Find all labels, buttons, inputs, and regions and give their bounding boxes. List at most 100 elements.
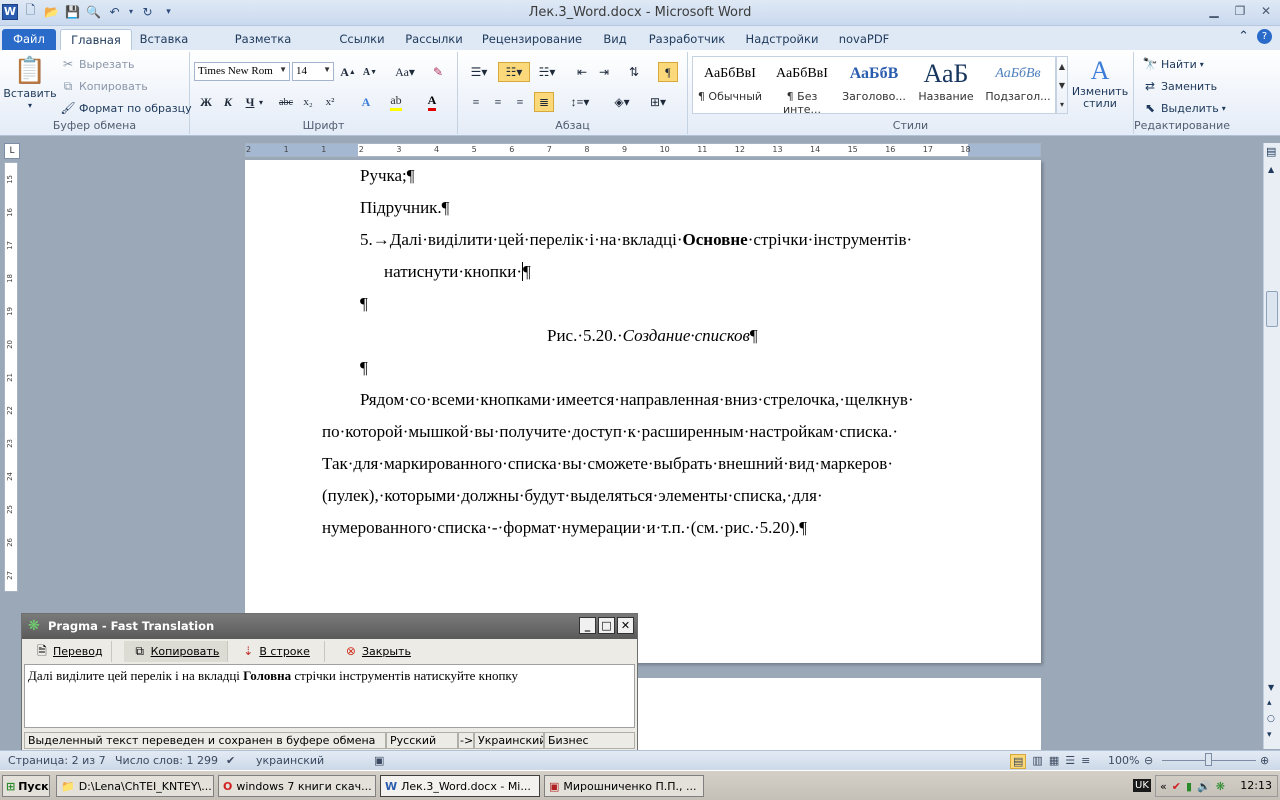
underline-dropdown-icon[interactable]: ▾ <box>256 92 266 112</box>
increase-indent-icon[interactable]: ⇥ <box>594 62 614 82</box>
pragma-translation-output[interactable]: Далі виділите цей перелік і на вкладці Г… <box>24 664 635 728</box>
help-icon[interactable]: ? <box>1257 29 1272 44</box>
close-icon[interactable]: ✕ <box>1258 3 1274 19</box>
show-formatting-icon[interactable]: ¶ <box>658 62 678 82</box>
italic-button[interactable]: К <box>218 92 238 112</box>
line-spacing-icon[interactable]: ↕≡▾ <box>566 92 594 112</box>
tab-references[interactable]: Ссылки <box>336 29 388 50</box>
macro-record-icon[interactable]: ▣ <box>374 754 384 767</box>
taskbar-item-explorer[interactable]: 📁 D:\Lena\ChTEI_KNTEY\... <box>56 775 214 797</box>
pragma-close-button[interactable]: ⊗ Закрыть <box>335 641 419 662</box>
pragma-subject-domain[interactable]: Бизнес <box>544 732 635 749</box>
tab-file[interactable]: Файл <box>2 29 56 50</box>
ruler-toggle-icon[interactable]: ▤ <box>1266 145 1276 158</box>
volume-icon[interactable]: 🔊 <box>1197 780 1211 793</box>
shading-icon[interactable]: ◈▾ <box>608 92 636 112</box>
tab-mailings[interactable]: Рассылки <box>402 29 466 50</box>
clear-formatting-icon[interactable]: ✎ <box>428 62 448 82</box>
previous-page-icon[interactable]: ▴ <box>1267 698 1272 708</box>
text-effects-icon[interactable]: A <box>356 92 376 112</box>
highlight-icon[interactable]: ab <box>386 92 406 112</box>
style-no-spacing[interactable]: АаБбВвІ ¶ Без инте... <box>766 58 838 116</box>
cut-button[interactable]: ✂ Вырезать <box>60 56 135 72</box>
font-name-combo[interactable]: Times New Rom ▼ <box>194 62 290 81</box>
ribbon-minimize-icon[interactable]: ⌃ <box>1238 29 1249 44</box>
browse-object-icon[interactable]: ○ <box>1267 714 1275 724</box>
tab-addins[interactable]: Надстройки <box>742 29 822 50</box>
restore-icon[interactable]: ❐ <box>1232 3 1248 19</box>
pragma-title-bar[interactable]: ❋ Pragma - Fast Translation _ □ ✕ <box>22 614 637 639</box>
grow-font-icon[interactable]: A ▲ <box>338 62 358 82</box>
web-layout-view-icon[interactable]: ▦ <box>1049 754 1059 769</box>
align-center-icon[interactable]: ≡ <box>488 92 508 112</box>
change-styles-button[interactable]: A Изменить стили <box>1072 56 1128 110</box>
change-case-icon[interactable]: Аа▾ <box>392 62 418 82</box>
tab-view[interactable]: Вид <box>598 29 632 50</box>
zoom-slider-thumb[interactable] <box>1205 753 1212 766</box>
style-heading[interactable]: АаБбВ Заголово... <box>838 58 910 112</box>
style-subtitle[interactable]: АаБбВв Подзагол... <box>982 58 1054 112</box>
pragma-copy-button[interactable]: ⧉ Копировать <box>123 640 229 662</box>
shrink-font-icon[interactable]: A ▼ <box>360 62 380 82</box>
language-indicator[interactable]: украинский <box>256 754 324 767</box>
tab-developer[interactable]: Разработчик <box>646 29 728 50</box>
align-left-icon[interactable]: ≡ <box>466 92 486 112</box>
taskbar-item-opera[interactable]: Owindows 7 книги скач... <box>218 775 376 797</box>
tray-expand-icon[interactable]: « <box>1160 780 1167 793</box>
select-button[interactable]: ⬉ Выделить ▾ <box>1142 100 1226 116</box>
pragma-minimize-icon[interactable]: _ <box>579 617 596 634</box>
multilevel-list-icon[interactable]: ☵▾ <box>534 62 560 82</box>
network-icon[interactable]: ▮ <box>1186 780 1192 793</box>
find-button[interactable]: 🔭 Найти ▾ <box>1142 56 1204 72</box>
taskbar-item-word[interactable]: W Лек.3_Word.docx - Mi... <box>380 775 540 797</box>
zoom-level[interactable]: 100% <box>1108 754 1139 767</box>
superscript-icon[interactable]: x² <box>320 92 340 112</box>
format-painter-button[interactable]: 🖌 Формат по образцу <box>60 100 191 116</box>
style-title[interactable]: АаБ Название <box>910 58 982 112</box>
tab-review[interactable]: Рецензирование <box>480 29 584 50</box>
paste-button[interactable]: 📋 Вставить ▾ <box>3 56 56 110</box>
decrease-indent-icon[interactable]: ⇤ <box>572 62 592 82</box>
borders-icon[interactable]: ⊞▾ <box>644 92 672 112</box>
spellcheck-icon[interactable]: ✔ <box>226 754 235 767</box>
styles-scroll[interactable]: ▲ ▼ ▾ <box>1056 56 1068 114</box>
zoom-in-icon[interactable]: ⊕ <box>1260 754 1269 767</box>
page-counter[interactable]: Страница: 2 из 7 <box>8 754 106 767</box>
pragma-source-language[interactable]: Русский <box>386 732 458 749</box>
pragma-target-language[interactable]: Украинский <box>474 732 544 749</box>
strikethrough-icon[interactable]: abc <box>276 92 296 112</box>
tab-selector[interactable]: L <box>4 143 20 159</box>
style-normal[interactable]: АаБбВвІ ¶ Обычный <box>694 58 766 112</box>
tab-page-layout[interactable]: Разметка страницы <box>204 29 322 60</box>
sort-icon[interactable]: ⇅ <box>624 62 644 82</box>
draft-view-icon[interactable]: ≡ <box>1081 754 1090 769</box>
start-button[interactable]: ⊞ Пуск <box>2 775 50 797</box>
document-page[interactable]: Ручка;¶ Підручник.¶ 5.→Далі·виділити·цей… <box>245 160 1041 663</box>
copy-button[interactable]: ⧉ Копировать <box>60 78 148 94</box>
font-size-combo[interactable]: 14 ▼ <box>292 62 334 81</box>
tab-insert[interactable]: Вставка <box>138 29 190 50</box>
justify-icon[interactable]: ≣ <box>534 92 554 112</box>
tab-home[interactable]: Главная <box>60 29 132 50</box>
tab-novapdf[interactable]: novaPDF <box>836 29 892 50</box>
bullets-icon[interactable]: ☰▾ <box>466 62 492 82</box>
outline-view-icon[interactable]: ☰ <box>1065 754 1075 769</box>
minimize-icon[interactable]: ▁ <box>1206 3 1222 19</box>
subscript-icon[interactable]: x₂ <box>298 92 318 112</box>
antivirus-icon[interactable]: ✔ <box>1172 780 1181 793</box>
pragma-close-icon[interactable]: ✕ <box>617 617 634 634</box>
word-count[interactable]: Число слов: 1 299 <box>115 754 218 767</box>
pragma-maximize-icon[interactable]: □ <box>598 617 615 634</box>
print-layout-view-icon[interactable]: ▤ <box>1010 754 1027 769</box>
align-right-icon[interactable]: ≡ <box>510 92 530 112</box>
pragma-translate-button[interactable]: 🗎 Перевод <box>26 640 112 662</box>
full-screen-view-icon[interactable]: ▥ <box>1032 754 1042 769</box>
pragma-tray-icon[interactable]: ❋ <box>1216 780 1225 793</box>
vertical-scrollbar[interactable]: ▤ ▲ ▼ ▴ ○ ▾ <box>1263 143 1280 749</box>
keyboard-language[interactable]: UK <box>1133 779 1151 792</box>
zoom-out-icon[interactable]: ⊖ <box>1144 754 1153 767</box>
next-page-icon[interactable]: ▾ <box>1267 730 1272 740</box>
taskbar-item-pdf[interactable]: ▣ Мирошниченко П.П., ... <box>544 775 704 797</box>
bold-button[interactable]: Ж <box>196 92 216 112</box>
scroll-up-icon[interactable]: ▲ <box>1268 165 1274 174</box>
